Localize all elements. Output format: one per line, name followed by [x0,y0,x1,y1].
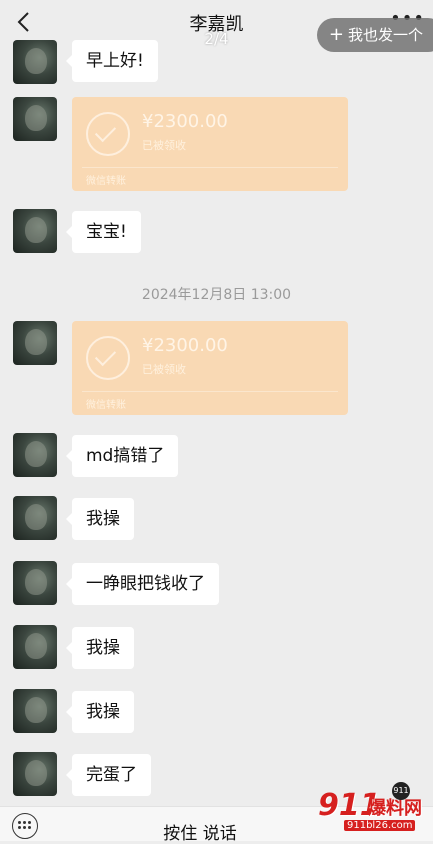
avatar[interactable] [13,752,57,796]
transfer-card[interactable]: ¥2300.00 已被领收 微信转账 [72,321,348,415]
message-bubble[interactable]: 我操 [66,627,134,669]
divider [82,167,338,168]
transfer-footer: 微信转账 [86,400,126,411]
transfer-card[interactable]: ¥2300.00 已被领收 微信转账 [72,97,348,191]
avatar[interactable] [13,321,57,365]
plus-icon: + [328,24,344,45]
message-bubble[interactable]: 完蛋了 [66,754,151,796]
transfer-status: 已被领收 [142,139,186,152]
post-too-button[interactable]: + 我也发一个 [316,18,433,52]
avatar[interactable] [13,433,57,477]
divider [82,391,338,392]
message-bubble[interactable]: 早上好! [66,40,158,82]
avatar[interactable] [13,689,57,733]
keyboard-icon[interactable] [12,813,38,839]
message-bubble[interactable]: 我操 [66,691,134,733]
avatar[interactable] [13,625,57,669]
avatar[interactable] [13,496,57,540]
message-bubble[interactable]: md搞错了 [65,435,179,477]
watermark-badge: 911 [392,782,410,800]
transfer-check-icon [86,112,130,156]
hold-to-talk-button[interactable]: 按住 说话 [140,819,260,844]
avatar[interactable] [13,561,57,605]
transfer-check-icon [86,336,130,380]
watermark-url: 911bl26.com [344,820,416,831]
message-bubble[interactable]: 宝宝! [66,211,141,253]
post-too-label: 我也发一个 [347,26,423,44]
watermark-logo: 911 爆料网 911bl26.com 911 [318,782,426,834]
transfer-status: 已被领收 [142,363,186,376]
transfer-amount: ¥2300.00 [142,111,228,132]
timestamp: 2024年12月8日 13:00 [141,287,292,303]
message-bubble[interactable]: 一睁眼把钱收了 [66,563,219,605]
transfer-footer: 微信转账 [86,176,126,187]
avatar[interactable] [13,97,57,141]
transfer-amount: ¥2300.00 [142,335,228,356]
avatar[interactable] [13,209,57,253]
message-bubble[interactable]: 我操 [66,498,134,540]
avatar[interactable] [13,40,57,84]
